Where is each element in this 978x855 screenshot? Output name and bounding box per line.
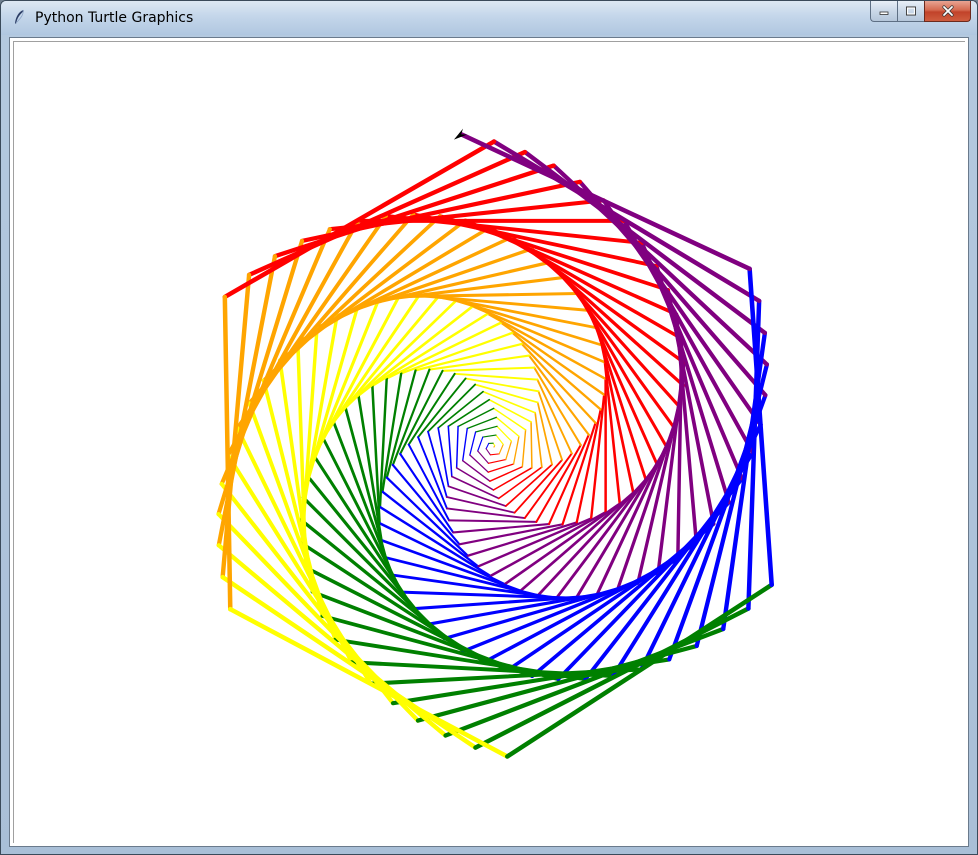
spiral-segment bbox=[487, 463, 515, 473]
spiral-segment bbox=[503, 502, 622, 586]
spiral-segment bbox=[477, 436, 484, 452]
spiral-segment bbox=[482, 434, 497, 438]
spiral-segment bbox=[495, 434, 504, 445]
minimize-icon bbox=[879, 11, 889, 15]
spiral-segment bbox=[400, 590, 578, 600]
spiral-segment bbox=[448, 519, 538, 523]
spiral-segment bbox=[489, 453, 500, 456]
spiral-segment bbox=[513, 458, 563, 514]
spiral-segment bbox=[462, 460, 491, 482]
turtle-graphics-window: Python Turtle Graphics bbox=[0, 0, 978, 855]
spiral-segment bbox=[530, 421, 533, 469]
spiral-segment bbox=[474, 425, 498, 433]
spiral-segment bbox=[357, 304, 475, 397]
maximize-button[interactable] bbox=[897, 1, 924, 22]
feather-icon[interactable] bbox=[11, 9, 27, 25]
spiral-segment bbox=[399, 369, 444, 455]
spiral-segment bbox=[474, 383, 539, 404]
close-icon bbox=[941, 5, 954, 17]
spiral-segment bbox=[505, 440, 513, 461]
spiral-segment bbox=[534, 411, 543, 468]
spiral-segment bbox=[446, 507, 526, 519]
maximize-icon bbox=[906, 6, 916, 16]
spiral-segment bbox=[489, 466, 524, 482]
turtle-canvas-area[interactable] bbox=[13, 41, 965, 843]
spiral-segment bbox=[535, 443, 582, 523]
spiral-segment bbox=[512, 435, 520, 465]
canvas-frame bbox=[9, 37, 969, 847]
spiral-segment bbox=[495, 416, 520, 438]
spiral-segment bbox=[533, 366, 582, 446]
spiral-segment bbox=[498, 443, 504, 455]
spiral-lines bbox=[216, 132, 774, 759]
spiral-segment bbox=[407, 372, 456, 446]
spiral-segment bbox=[499, 321, 606, 396]
minimize-button[interactable] bbox=[870, 1, 897, 22]
spiral-segment bbox=[485, 448, 491, 456]
spiral-segment bbox=[437, 427, 450, 488]
spiral-segment bbox=[511, 331, 602, 411]
spiral-segment bbox=[485, 442, 490, 450]
spiral-segment bbox=[469, 454, 489, 473]
spiral-segment bbox=[454, 299, 604, 347]
spiral-segment bbox=[521, 429, 527, 468]
close-button[interactable] bbox=[924, 1, 971, 22]
spiral-segment bbox=[441, 366, 536, 372]
spiral-segment bbox=[385, 369, 417, 479]
spiral-segment bbox=[437, 390, 484, 429]
spiral-segment bbox=[589, 393, 606, 520]
spiral-segment bbox=[528, 354, 590, 436]
spiral-segment bbox=[487, 459, 507, 464]
spiral-segment bbox=[458, 132, 752, 272]
spiral-segment bbox=[471, 304, 607, 364]
spiral-segment bbox=[452, 522, 551, 534]
turtle-drawing bbox=[216, 128, 774, 759]
window-title: Python Turtle Graphics bbox=[35, 10, 194, 26]
spiral-segment bbox=[447, 425, 453, 478]
window-controls bbox=[870, 1, 971, 23]
spiral-segment bbox=[455, 425, 459, 469]
spiral-segment bbox=[436, 295, 598, 330]
spiral-segment bbox=[536, 478, 648, 597]
spiral-segment bbox=[603, 361, 622, 505]
spiral-segment bbox=[457, 407, 495, 428]
spiral-segment bbox=[477, 450, 490, 464]
spiral-segment bbox=[469, 431, 477, 456]
spiral-segment bbox=[381, 490, 480, 568]
spiral-segment bbox=[220, 574, 478, 750]
spiral-segment bbox=[462, 427, 468, 462]
spiral-segment bbox=[447, 485, 507, 507]
title-bar[interactable]: Python Turtle Graphics bbox=[1, 1, 977, 35]
spiral-segment bbox=[417, 294, 590, 312]
